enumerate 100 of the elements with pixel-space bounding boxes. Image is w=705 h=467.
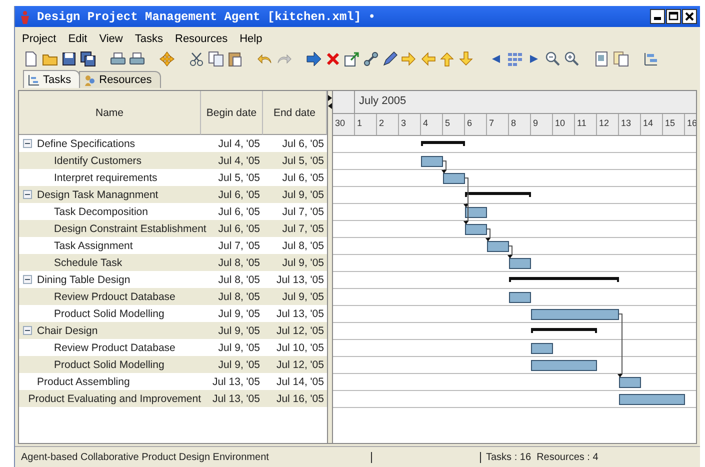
end-date: Jul 9, '05 bbox=[281, 256, 325, 268]
menu-item[interactable]: Resources bbox=[170, 33, 233, 45]
begin-date: Jul 8, '05 bbox=[217, 290, 261, 302]
end-date: Jul 9, '05 bbox=[281, 290, 325, 302]
task-bar[interactable] bbox=[619, 377, 641, 388]
column-header[interactable]: Name bbox=[19, 91, 201, 135]
cut-icon[interactable] bbox=[189, 51, 205, 67]
task-bar[interactable] bbox=[509, 292, 531, 303]
zoom-out-icon[interactable] bbox=[545, 51, 561, 67]
summary-bar bbox=[465, 192, 531, 197]
task-name: Interpret requirements bbox=[54, 172, 158, 184]
end-date: Jul 14, '05 bbox=[275, 376, 325, 388]
begin-date: Jul 13, '05 bbox=[211, 376, 261, 388]
close-button[interactable] bbox=[682, 9, 697, 24]
tree-toggle-icon[interactable] bbox=[23, 275, 32, 284]
tree-icon bbox=[28, 74, 40, 86]
zoom-in-icon[interactable] bbox=[564, 51, 580, 67]
arrow-left-icon[interactable] bbox=[420, 51, 436, 67]
task-name: Schedule Task bbox=[54, 256, 122, 268]
day-label: 2 bbox=[377, 114, 399, 135]
new-file-icon[interactable] bbox=[23, 51, 39, 67]
task-name: Design Task Managnment bbox=[37, 188, 158, 200]
summary-bar bbox=[531, 328, 597, 333]
task-name: Review Product Database bbox=[54, 342, 176, 354]
begin-date: Jul 6, '05 bbox=[217, 206, 261, 218]
grid-icon[interactable] bbox=[507, 51, 523, 67]
task-bar[interactable] bbox=[465, 224, 487, 235]
copy-icon[interactable] bbox=[208, 51, 224, 67]
column-header[interactable]: Begin date bbox=[201, 91, 263, 135]
print-icon[interactable] bbox=[110, 51, 126, 67]
menu-item[interactable]: Help bbox=[234, 33, 268, 45]
tree-toggle-icon[interactable] bbox=[23, 190, 32, 199]
document-icon[interactable] bbox=[594, 51, 610, 67]
task-bar[interactable] bbox=[443, 173, 465, 184]
tree-toggle-icon[interactable] bbox=[23, 326, 32, 335]
month-label: July 2005 bbox=[358, 94, 406, 109]
chart-icon[interactable] bbox=[643, 51, 659, 67]
export-icon[interactable] bbox=[344, 51, 360, 67]
menu-item[interactable]: Tasks bbox=[130, 33, 168, 45]
maximize-icon bbox=[668, 11, 679, 22]
task-name: Task Decomposition bbox=[54, 206, 148, 218]
begin-date: Jul 13, '05 bbox=[211, 392, 261, 404]
status-message: Agent-based Collaborative Product Design Environment bbox=[20, 452, 270, 462]
day-label: 11 bbox=[575, 114, 597, 135]
day-label: 1 bbox=[355, 114, 377, 135]
begin-date: Jul 9, '05 bbox=[217, 324, 261, 336]
day-label: 9 bbox=[531, 114, 553, 135]
begin-date: Jul 8, '05 bbox=[217, 274, 261, 286]
end-date: Jul 5, '05 bbox=[281, 154, 325, 166]
delete-icon[interactable] bbox=[325, 51, 341, 67]
task-bar[interactable] bbox=[531, 309, 619, 320]
tab[interactable]: Resources bbox=[79, 71, 161, 88]
app-icon bbox=[19, 10, 31, 24]
move-icon[interactable] bbox=[159, 51, 175, 67]
task-bar[interactable] bbox=[531, 360, 597, 371]
day-label: 6 bbox=[465, 114, 487, 135]
link-icon[interactable] bbox=[363, 51, 379, 67]
task-name: Review Prdouct Database bbox=[54, 290, 176, 302]
task-name: Define Specifications bbox=[37, 138, 136, 150]
column-header[interactable]: End date bbox=[263, 91, 327, 135]
pencil-icon[interactable] bbox=[382, 51, 398, 67]
arrow-up-icon[interactable] bbox=[439, 51, 455, 67]
task-bar[interactable] bbox=[531, 343, 553, 354]
save-icon[interactable] bbox=[61, 51, 77, 67]
day-label: 12 bbox=[597, 114, 619, 135]
close-icon bbox=[684, 11, 695, 22]
begin-date: Jul 5, '05 bbox=[217, 172, 261, 184]
menu-item[interactable]: View bbox=[94, 33, 128, 45]
task-bar[interactable] bbox=[421, 156, 443, 167]
status-summary: Tasks : 16 Resources : 4 bbox=[480, 452, 598, 462]
print-preview-icon[interactable] bbox=[129, 51, 145, 67]
task-name: Product Solid Modelling bbox=[54, 308, 164, 320]
documents-icon[interactable] bbox=[613, 51, 629, 67]
task-bar[interactable] bbox=[465, 207, 487, 218]
minimize-icon bbox=[654, 17, 661, 20]
day-label: 15 bbox=[663, 114, 685, 135]
paste-icon[interactable] bbox=[227, 51, 243, 67]
arrow-down-icon[interactable] bbox=[458, 51, 474, 67]
maximize-button[interactable] bbox=[666, 9, 681, 24]
end-date: Jul 9, '05 bbox=[281, 188, 325, 200]
task-name: Chair Design bbox=[37, 324, 98, 336]
end-date: Jul 6, '05 bbox=[281, 172, 325, 184]
day-label: 10 bbox=[553, 114, 575, 135]
task-name: Identify Customers bbox=[54, 154, 142, 166]
menu-item[interactable]: Project bbox=[17, 33, 62, 45]
task-bar[interactable] bbox=[487, 241, 509, 252]
indent-icon[interactable] bbox=[306, 51, 322, 67]
begin-date: Jul 4, '05 bbox=[217, 138, 261, 150]
task-bar[interactable] bbox=[509, 258, 531, 269]
menu-item[interactable]: Edit bbox=[63, 33, 92, 45]
day-label: 3 bbox=[399, 114, 421, 135]
day-label: 14 bbox=[641, 114, 663, 135]
save-all-icon[interactable] bbox=[80, 51, 96, 67]
begin-date: Jul 4, '05 bbox=[217, 154, 261, 166]
tab[interactable]: Tasks bbox=[23, 70, 80, 88]
tree-toggle-icon[interactable] bbox=[23, 139, 32, 148]
people-icon bbox=[84, 74, 96, 86]
task-bar[interactable] bbox=[619, 394, 685, 405]
minimize-button[interactable] bbox=[650, 9, 665, 24]
begin-date: Jul 9, '05 bbox=[217, 342, 261, 354]
